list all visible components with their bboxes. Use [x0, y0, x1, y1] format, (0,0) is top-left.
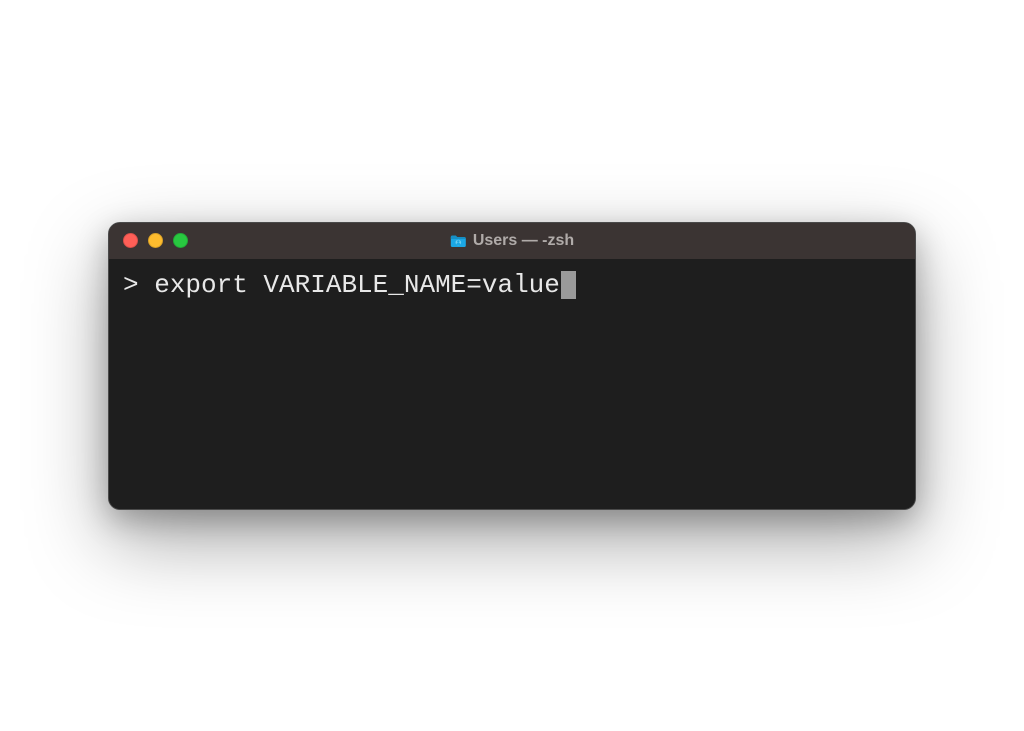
close-button[interactable] — [123, 233, 138, 248]
terminal-body[interactable]: > export VARIABLE_NAME=value — [109, 259, 915, 509]
minimize-button[interactable] — [148, 233, 163, 248]
command-text: export VARIABLE_NAME=value — [154, 269, 560, 303]
terminal-window: Users — -zsh > export VARIABLE_NAME=valu… — [108, 222, 916, 510]
cursor — [561, 271, 576, 299]
shell-prompt: > — [123, 269, 154, 303]
window-title: Users — -zsh — [450, 232, 574, 250]
folder-icon — [450, 234, 467, 248]
terminal-line: > export VARIABLE_NAME=value — [123, 269, 901, 303]
maximize-button[interactable] — [173, 233, 188, 248]
window-titlebar: Users — -zsh — [109, 223, 915, 259]
window-title-text: Users — -zsh — [473, 232, 574, 250]
traffic-lights — [123, 233, 188, 248]
